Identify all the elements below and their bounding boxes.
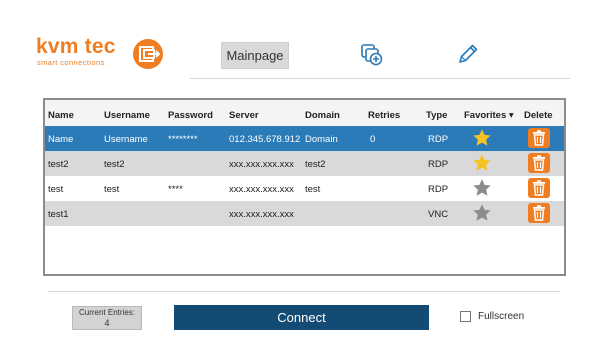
delete-button[interactable]: [528, 128, 550, 148]
cell-password: ****: [168, 184, 183, 195]
column-header-username[interactable]: Username: [104, 110, 150, 121]
delete-button[interactable]: [528, 153, 550, 173]
column-header-favorites[interactable]: Favorites ▾: [464, 110, 514, 121]
column-header-domain[interactable]: Domain: [305, 110, 340, 121]
cell-server: xxx.xxx.xxx.xxx: [229, 209, 294, 220]
cell-type: RDP: [428, 134, 449, 145]
trash-icon: [533, 155, 545, 171]
brand-tagline: smart connections: [37, 58, 105, 67]
fullscreen-label[interactable]: Fullscreen: [478, 311, 524, 322]
column-header-name[interactable]: Name: [48, 110, 74, 121]
connect-button[interactable]: Connect: [174, 305, 429, 330]
cell-domain: Domain: [305, 134, 338, 145]
column-header-type[interactable]: Type: [426, 110, 447, 121]
trash-icon: [533, 205, 545, 221]
trash-icon: [533, 180, 545, 196]
kvm-tec-logo: kvm tec smart connections: [36, 36, 168, 72]
cell-name: Name: [48, 134, 74, 145]
column-header-retries[interactable]: Retries: [368, 110, 400, 121]
table-row[interactable]: test test **** xxx.xxx.xxx.xxx test RDP: [45, 176, 564, 201]
connections-table: Name Username Password Server Domain Ret…: [43, 98, 566, 276]
brand-name: kvm tec: [36, 35, 116, 58]
table-header: Name Username Password Server Domain Ret…: [45, 100, 564, 126]
add-connection-icon[interactable]: [359, 42, 385, 68]
cell-name: test2: [48, 159, 69, 170]
cell-username: Username: [104, 134, 148, 145]
cell-name: test: [48, 184, 64, 195]
cell-password: ********: [168, 134, 198, 145]
current-entries-label: Current Entries:: [78, 308, 136, 317]
cell-type: RDP: [428, 184, 449, 195]
table-row[interactable]: test1 xxx.xxx.xxx.xxx VNC: [45, 201, 564, 226]
trash-icon: [533, 130, 545, 146]
cell-server: xxx.xxx.xxx.xxx: [229, 159, 294, 170]
current-entries-box: Current Entries: 4: [72, 306, 142, 330]
cell-username: test: [104, 184, 120, 195]
table-row[interactable]: test2 test2 xxx.xxx.xxx.xxx test2 RDP: [45, 151, 564, 176]
cell-domain: test: [305, 184, 321, 195]
delete-button[interactable]: [528, 178, 550, 198]
favorite-star-icon[interactable]: [472, 178, 492, 198]
cell-server: 012.345.678.912: [229, 134, 301, 145]
favorite-star-icon[interactable]: [472, 153, 492, 173]
cell-server: xxx.xxx.xxx.xxx: [229, 184, 294, 195]
cell-username: test2: [104, 159, 125, 170]
delete-button[interactable]: [528, 203, 550, 223]
cell-retries: 0: [370, 134, 376, 145]
logo-mark-icon: [133, 39, 163, 69]
column-header-server[interactable]: Server: [229, 110, 259, 121]
favorite-star-icon[interactable]: [472, 128, 492, 148]
cell-domain: test2: [305, 159, 326, 170]
table-row[interactable]: Name Username ******** 012.345.678.912 D…: [45, 126, 564, 151]
cell-type: RDP: [428, 159, 449, 170]
cell-name: test1: [48, 209, 69, 220]
current-entries-count: 4: [104, 318, 110, 328]
cell-type: VNC: [428, 209, 449, 220]
footer-divider: [48, 291, 560, 292]
favorite-star-icon[interactable]: [472, 203, 492, 223]
column-header-password[interactable]: Password: [168, 110, 213, 121]
mainpage-button[interactable]: Mainpage: [221, 42, 289, 69]
fullscreen-checkbox[interactable]: [460, 311, 471, 322]
edit-pencil-icon[interactable]: [455, 41, 481, 67]
column-header-delete[interactable]: Delete: [524, 110, 553, 121]
header-divider: [190, 78, 570, 79]
